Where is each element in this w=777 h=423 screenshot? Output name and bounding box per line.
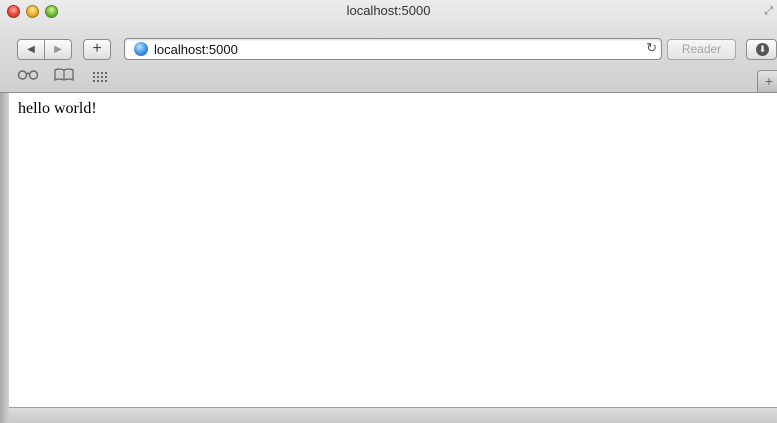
window-title: localhost:5000: [346, 3, 431, 18]
page-body-text: hello world!: [18, 100, 97, 117]
bookmarks-icon[interactable]: [54, 68, 74, 84]
window-left-edge: [0, 93, 9, 423]
downloads-button[interactable]: ⬇: [746, 39, 777, 60]
browser-chrome: localhost:5000 ⤢ ◀ ▶ + localhost:5000 ↻ …: [0, 0, 777, 93]
new-tab-button[interactable]: +: [757, 70, 777, 92]
address-bar[interactable]: localhost:5000 ↻: [124, 38, 662, 60]
web-content-area: hello world!: [9, 93, 777, 407]
add-bookmark-button[interactable]: +: [83, 39, 111, 60]
reading-glasses-icon: [17, 70, 39, 80]
status-bar: [9, 407, 777, 423]
forward-button[interactable]: ▶: [44, 39, 72, 60]
top-sites-grid-icon[interactable]: [93, 70, 107, 82]
browser-window: localhost:5000 ⤢ ◀ ▶ + localhost:5000 ↻ …: [0, 0, 777, 423]
back-button[interactable]: ◀: [17, 39, 45, 60]
reload-icon[interactable]: ↻: [646, 40, 657, 56]
address-text[interactable]: localhost:5000: [154, 42, 238, 57]
download-icon: ⬇: [756, 43, 769, 56]
fullscreen-icon[interactable]: ⤢: [764, 5, 773, 18]
reading-list-icon[interactable]: [17, 68, 39, 84]
globe-icon: [134, 42, 148, 56]
reader-button[interactable]: Reader: [667, 39, 736, 60]
book-icon: [54, 68, 74, 82]
